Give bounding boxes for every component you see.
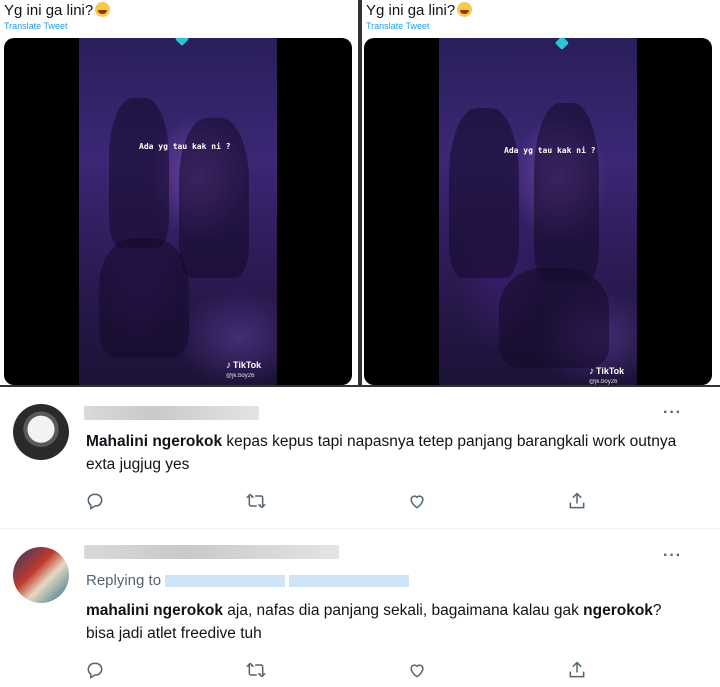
reply-text-bold: ngerokok bbox=[583, 602, 653, 619]
tiktok-icon: ♪ bbox=[589, 366, 594, 377]
avatar[interactable] bbox=[13, 404, 69, 460]
retweet-icon[interactable] bbox=[245, 490, 267, 512]
more-icon[interactable]: ··· bbox=[663, 404, 682, 422]
reply-tweet[interactable]: ··· Mahalini ngerokok kepas kepus tapi n… bbox=[0, 388, 720, 529]
tiktok-icon: ♪ bbox=[226, 360, 231, 371]
reply-tweet[interactable]: ··· Replying to mahalini ngerokok aja, n… bbox=[0, 529, 720, 687]
blurred-mentions[interactable] bbox=[165, 575, 286, 588]
translate-tweet-link[interactable]: Translate Tweet bbox=[4, 21, 68, 31]
divider-horizontal bbox=[0, 385, 720, 387]
reply-text: Mahalini ngerokok kepas kepus tapi napas… bbox=[86, 433, 677, 473]
reply-text: mahalini ngerokok aja, nafas dia panjang… bbox=[86, 602, 662, 642]
video-tweet-left: Yg ini ga lini? Translate Tweet Ada yg t… bbox=[0, 0, 358, 385]
tiktok-handle: @jk.boy26 bbox=[226, 373, 255, 379]
avatar[interactable] bbox=[13, 547, 69, 603]
video-player[interactable]: Ada yg tau kak ni ? ♪ TikTok @jk.boy26 bbox=[4, 38, 352, 385]
video-frame bbox=[439, 38, 637, 385]
more-icon[interactable]: ··· bbox=[663, 547, 682, 565]
video-tweet-right: Yg ini ga lini? Translate Tweet Ada yg t… bbox=[362, 0, 720, 385]
tweet-text: Yg ini ga lini? bbox=[4, 2, 111, 19]
retweet-icon[interactable] bbox=[245, 659, 267, 681]
video-frame bbox=[79, 38, 277, 385]
action-bar bbox=[84, 490, 585, 512]
tiktok-watermark: ♪ TikTok @jk.boy26 bbox=[589, 366, 625, 385]
action-bar bbox=[84, 659, 585, 681]
like-icon[interactable] bbox=[406, 659, 428, 681]
blurred-username bbox=[84, 545, 339, 559]
like-icon[interactable] bbox=[406, 490, 428, 512]
video-caption: Ada yg tau kak ni ? bbox=[504, 146, 596, 155]
blurred-mentions[interactable] bbox=[289, 575, 410, 588]
blurred-username bbox=[84, 406, 259, 420]
translate-tweet-link[interactable]: Translate Tweet bbox=[366, 21, 430, 31]
tweet-text: Yg ini ga lini? bbox=[366, 2, 473, 19]
reply-text-bold: Mahalini ngerokok bbox=[86, 433, 223, 450]
reply-text-bold: mahalini ngerokok bbox=[86, 602, 223, 619]
tiktok-watermark: ♪ TikTok @jk.boy26 bbox=[226, 360, 262, 379]
reply-icon[interactable] bbox=[84, 490, 106, 512]
replying-to: Replying to bbox=[86, 572, 410, 589]
laughing-emoji-icon bbox=[457, 2, 473, 17]
share-icon[interactable] bbox=[566, 659, 588, 681]
share-icon[interactable] bbox=[566, 490, 588, 512]
laughing-emoji-icon bbox=[95, 2, 111, 17]
video-caption: Ada yg tau kak ni ? bbox=[139, 142, 231, 151]
reply-icon[interactable] bbox=[84, 659, 106, 681]
video-player[interactable]: Ada yg tau kak ni ? ♪ TikTok @jk.boy26 bbox=[364, 38, 712, 385]
